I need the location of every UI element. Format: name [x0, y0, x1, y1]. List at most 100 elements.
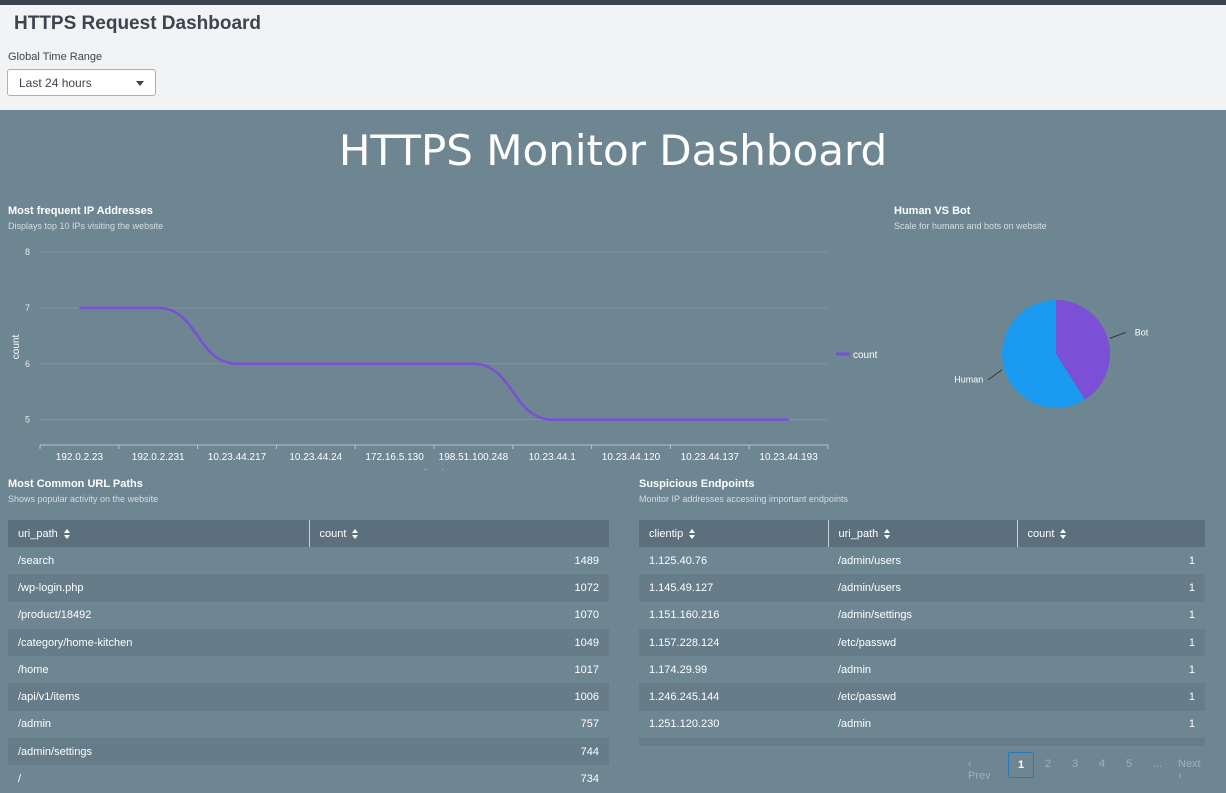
- table-row[interactable]: 1.246.245.144/etc/passwd 1: [639, 683, 1205, 711]
- y-tick-label: 7: [25, 303, 30, 313]
- ip-panel-subtitle: Displays top 10 IPs visiting the website: [8, 221, 164, 231]
- pie-label-bot: Bot: [1135, 327, 1149, 337]
- column-header-count[interactable]: count: [1017, 520, 1205, 547]
- x-tick-label: 10.23.44.193: [759, 452, 818, 463]
- column-header-uri-path[interactable]: uri_path: [828, 520, 1018, 547]
- page-button-2[interactable]: 2: [1045, 758, 1051, 770]
- time-range-label: Global Time Range: [8, 51, 103, 63]
- uri-path-cell: /wp-login.php: [8, 574, 309, 602]
- url-panel-title: Most Common URL Paths: [8, 478, 143, 490]
- page-button-5[interactable]: 5: [1126, 758, 1132, 770]
- uri-path-cell: /admin/users: [828, 574, 1017, 602]
- count-cell: 1: [1188, 554, 1195, 567]
- page-button-3[interactable]: 3: [1072, 758, 1078, 770]
- count-cell: 1017: [574, 663, 599, 676]
- url-panel-subtitle: Shows popular activity on the website: [8, 494, 159, 504]
- count-cell: 1072: [309, 574, 609, 602]
- column-header-count[interactable]: count: [309, 520, 609, 547]
- x-axis-label: clientip: [418, 469, 450, 470]
- x-tick-label: 10.23.44.1: [529, 452, 577, 463]
- uri-path-cell: /admin: [838, 718, 872, 731]
- count-cell: 1049: [309, 628, 609, 657]
- table-row[interactable]: 1.125.40.76/admin/users 1: [639, 547, 1205, 574]
- prev-page-button[interactable]: ‹ Prev: [968, 758, 991, 782]
- y-tick-label: 6: [25, 359, 30, 369]
- y-axis-label: count: [11, 335, 22, 360]
- table-row[interactable]: 1.174.29.99/admin 1: [639, 656, 1205, 683]
- uri-path-cell: /api/v1/items: [8, 683, 309, 711]
- clientip-cell: 1.157.228.124: [639, 628, 828, 657]
- human-bot-pie-chart[interactable]: Bot Human: [890, 250, 1220, 450]
- table-row[interactable]: /wp-login.php 1072: [8, 574, 609, 602]
- url-paths-table: uri_path count /search 1489/wp-login.php 1…: [8, 520, 609, 793]
- time-range-value: Last 24 hours: [19, 76, 92, 90]
- ip-line-chart[interactable]: 5 6 7 8 192.0.2.23 192.0.2.231 10.23.44.217 10.…: [0, 240, 880, 470]
- endpoint-panel-subtitle: Monitor IP addresses accessing important…: [639, 494, 848, 504]
- page-ellipsis: ...: [1153, 758, 1163, 770]
- clientip-cell: 1.174.29.99: [649, 663, 708, 676]
- uri-path-cell: /home: [18, 663, 49, 676]
- pie-label-leader: [987, 369, 1003, 381]
- table-row[interactable]: 1.157.228.124/etc/passwd 1: [639, 628, 1205, 657]
- sort-icon: [352, 528, 359, 539]
- ip-panel-title: Most frequent IP Addresses: [8, 205, 153, 217]
- x-tick-label: 10.23.44.137: [681, 452, 740, 463]
- dashboard-title: HTTPS Monitor Dashboard: [338, 126, 888, 175]
- x-tick-label: 198.51.100.248: [439, 452, 509, 463]
- table-row[interactable]: /api/v1/items 1006: [8, 683, 609, 711]
- table-row[interactable]: 1.251.120.230/admin 1: [639, 711, 1205, 738]
- x-tick-label: 10.23.44.217: [208, 452, 267, 463]
- table-row-partial: [639, 738, 1205, 746]
- y-tick-label: 8: [25, 247, 30, 257]
- count-cell: 1006: [309, 683, 609, 711]
- uri-path-cell: /admin/settings: [8, 738, 309, 766]
- table-row[interactable]: /admin/settings 744: [8, 738, 609, 766]
- uri-path-cell: /admin/settings: [838, 609, 912, 622]
- table-row[interactable]: /search 1489: [8, 547, 609, 574]
- next-page-button[interactable]: Next ›: [1178, 758, 1201, 782]
- x-tick-label: 192.0.2.231: [132, 452, 185, 463]
- clientip-cell: 1.151.160.216: [649, 609, 720, 622]
- page-title: HTTPS Request Dashboard: [14, 13, 262, 34]
- count-cell: 1070: [574, 609, 599, 622]
- x-tick-label: 10.23.44.24: [289, 452, 342, 463]
- suspicious-endpoints-table: clientip uri_path count 1.125.40.76/admi…: [639, 520, 1205, 738]
- clientip-cell: 1.246.245.144: [639, 683, 828, 711]
- dashboard-header: HTTPS Request Dashboard Global Time Rang…: [0, 5, 1226, 110]
- uri-path-cell: /admin/users: [838, 554, 901, 567]
- count-cell: 1489: [574, 554, 599, 567]
- count-cell: 757: [580, 718, 599, 731]
- clientip-cell: 1.145.49.127: [639, 574, 828, 602]
- count-cell: 1: [1017, 683, 1205, 711]
- caret-down-icon: [136, 81, 144, 86]
- table-row[interactable]: /product/18492 1070: [8, 602, 609, 629]
- column-header-clientip[interactable]: clientip: [639, 520, 829, 547]
- uri-path-cell: /product/18492: [18, 609, 92, 622]
- count-cell: 1: [1017, 574, 1205, 602]
- count-cell: 1: [1188, 663, 1195, 676]
- count-cell: 734: [580, 773, 599, 786]
- legend-label-count: count: [853, 350, 878, 361]
- table-row[interactable]: 1.145.49.127/admin/users 1: [639, 574, 1205, 602]
- table-row[interactable]: /category/home-kitchen 1049: [8, 628, 609, 657]
- bot-panel-subtitle: Scale for humans and bots on website: [894, 221, 1047, 231]
- column-header-uri-path[interactable]: uri_path: [8, 520, 310, 547]
- time-range-dropdown[interactable]: Last 24 hours: [7, 69, 156, 96]
- sort-icon: [1060, 528, 1067, 539]
- pie-label-human: Human: [954, 375, 983, 385]
- uri-path-cell: /admin: [838, 663, 872, 676]
- page-button-4[interactable]: 4: [1099, 758, 1105, 770]
- page-button-1[interactable]: 1: [1008, 752, 1034, 778]
- pie-label-leader: [1109, 331, 1126, 339]
- table-row[interactable]: /home 1017: [8, 656, 609, 683]
- clientip-cell: 1.125.40.76: [649, 554, 708, 567]
- count-cell: 1: [1017, 628, 1205, 657]
- x-tick-label: 10.23.44.120: [602, 452, 661, 463]
- table-row[interactable]: 1.151.160.216/admin/settings 1: [639, 602, 1205, 629]
- table-row[interactable]: /admin 757: [8, 711, 609, 738]
- sort-icon: [689, 528, 696, 539]
- table-row[interactable]: / 734: [8, 765, 609, 792]
- uri-path-cell: /: [18, 773, 22, 786]
- x-tick-label: 172.16.5.130: [365, 452, 424, 463]
- x-tick-label: 192.0.2.23: [56, 452, 104, 463]
